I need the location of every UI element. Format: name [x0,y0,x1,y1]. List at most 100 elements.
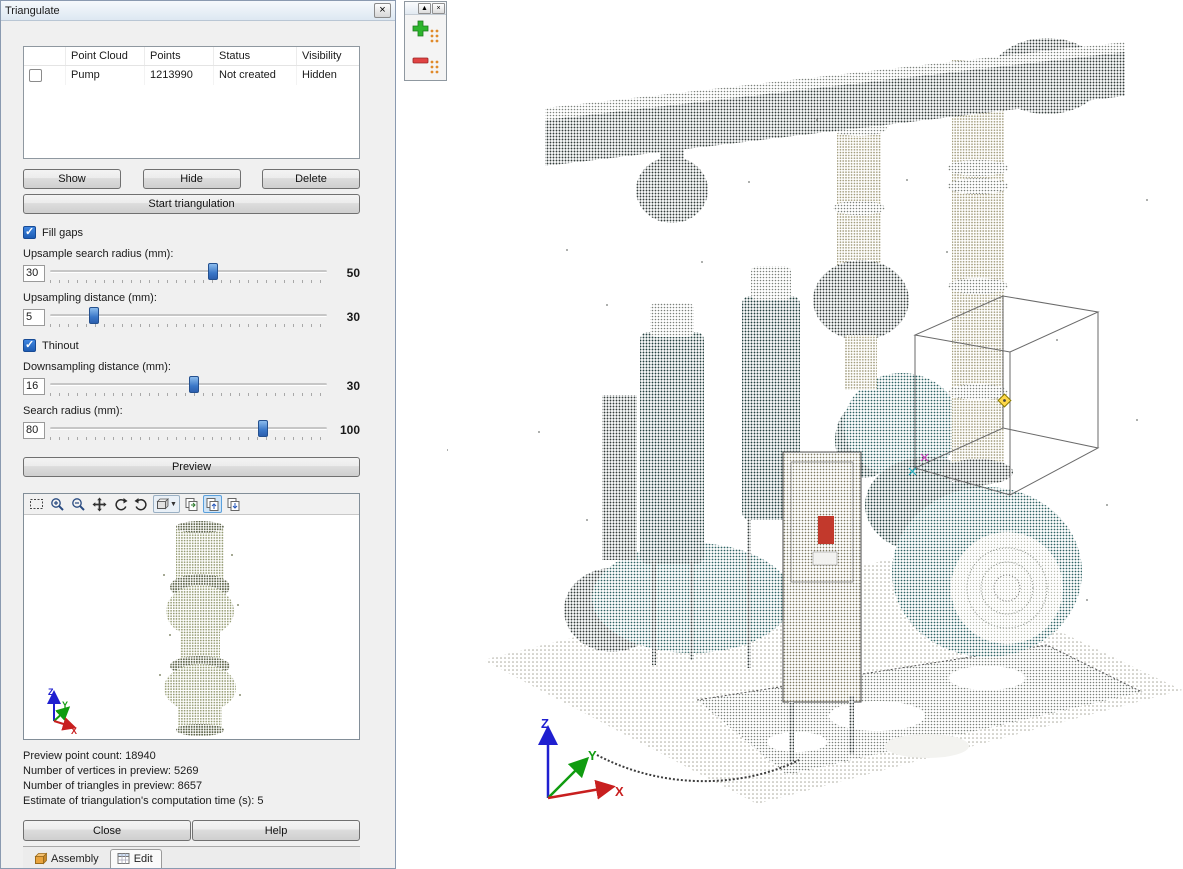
preview-axis-triad: Z Y X [48,687,77,736]
export-view-icon[interactable] [224,495,243,513]
preview-point-cloud: Z Y X [24,515,361,739]
axis-triad: Z Y X [541,716,624,799]
preview-canvas[interactable]: Z Y X [24,515,359,739]
copy-view-icon[interactable] [182,495,201,513]
axis-z-label: Z [541,716,549,731]
table-header-visibility: Visibility [297,47,359,65]
upsample-radius-slider: 30 50 [23,263,360,283]
cell-status: Not created [214,66,297,85]
downsampling-distance-slider: 16 30 [23,376,360,396]
slider-track[interactable] [50,307,327,327]
slider-thumb[interactable] [258,420,268,437]
table-header-points: Points [145,47,214,65]
slider-ticks [50,280,327,283]
help-button[interactable]: Help [192,820,360,841]
stat-point-count: Preview point count: 18940 [23,749,360,764]
remove-points-button[interactable] [408,48,444,77]
slider-max-label: 100 [334,423,360,437]
slider-track[interactable] [50,376,327,396]
slider-track[interactable] [50,420,327,440]
slider-max-label: 50 [334,266,360,280]
show-button[interactable]: Show [23,169,121,189]
remove-points-icon [411,50,441,76]
marquee-zoom-icon[interactable] [27,495,46,513]
bottom-tabbar: Assembly Edit [23,846,360,868]
search-radius-slider: 80 100 [23,420,360,440]
zoom-out-icon[interactable] [69,495,88,513]
slider-groove [50,427,327,430]
slider-thumb[interactable] [89,307,99,324]
mini-close-icon[interactable]: × [432,3,445,14]
slider-groove [50,270,327,273]
cell-visibility: Hidden [297,66,359,85]
slider-max-label: 30 [334,379,360,393]
preview-axis-y-label: Y [62,700,68,710]
tab-assembly-label: Assembly [51,853,99,865]
tab-edit-label: Edit [134,853,153,865]
pan-icon[interactable] [90,495,109,513]
slider-max-label: 30 [334,310,360,324]
fill-gaps-checkbox[interactable]: ✓ Fill gaps [23,226,360,239]
mini-toolbar-titlebar[interactable]: ▲ × [405,2,446,15]
preview-toolbar: ▼ [24,494,359,515]
checkbox-icon[interactable]: ✓ [23,226,36,239]
collapse-icon[interactable]: ▲ [418,3,431,14]
points-mini-toolbar: ▲ × [404,1,447,81]
slider-value-box[interactable]: 5 [23,309,45,326]
delete-button[interactable]: Delete [262,169,360,189]
dialog-titlebar[interactable]: Triangulate × [1,1,395,21]
zoom-in-icon[interactable] [48,495,67,513]
fill-gaps-label: Fill gaps [42,227,83,239]
slider-ticks [50,324,327,327]
axis-y-label: Y [588,748,597,763]
cell-points: 1213990 [145,66,214,85]
axis-x-label: X [615,784,624,799]
slider-thumb[interactable] [189,376,199,393]
stat-time-estimate: Estimate of triangulation's computation … [23,794,360,809]
preview-button[interactable]: Preview [23,457,360,477]
rotate-cw-icon[interactable] [111,495,130,513]
tab-assembly[interactable]: Assembly [27,849,108,868]
preview-axis-z-label: Z [48,687,54,697]
preview-frame: ▼ [23,493,360,740]
slider-value-box[interactable]: 16 [23,378,45,395]
table-header-point-cloud: Point Cloud [66,47,145,65]
table-row[interactable]: ✓ Pump 1213990 Not created Hidden [24,66,359,85]
rotate-ccw-icon[interactable] [132,495,151,513]
preview-pipe [159,521,241,736]
start-triangulation-button[interactable]: Start triangulation [23,194,360,214]
point-cloud-table: Point Cloud Points Status Visibility ✓ P… [23,46,360,159]
app-root: Triangulate × Point Cloud Points Status … [0,0,1183,869]
slider-ticks [50,393,327,396]
table-header-check [24,47,66,65]
thinout-checkbox[interactable]: ✓ Thinout [23,339,360,352]
stat-triangles: Number of triangles in preview: 8657 [23,779,360,794]
assembly-icon [34,852,47,865]
slider-value-box[interactable]: 80 [23,422,45,439]
table-header-status: Status [214,47,297,65]
capture-view-icon[interactable] [203,495,222,513]
tab-edit[interactable]: Edit [110,849,162,868]
viewport-3d[interactable]: Z Y X [447,0,1183,869]
slider-value-box[interactable]: 30 [23,265,45,282]
add-points-button[interactable] [408,17,444,46]
edit-icon [117,852,130,865]
downsampling-distance-label: Downsampling distance (mm): [23,361,360,373]
upsampling-distance-label: Upsampling distance (mm): [23,292,360,304]
preview-axis-x-label: X [71,726,77,736]
stat-vertices: Number of vertices in preview: 5269 [23,764,360,779]
slider-thumb[interactable] [208,263,218,280]
cabinet-red-badge [818,516,834,544]
checkbox-icon[interactable]: ✓ [23,339,36,352]
row-checkbox[interactable]: ✓ [29,69,42,82]
upsample-radius-label: Upsample search radius (mm): [23,248,360,260]
cell-point-cloud: Pump [66,66,145,85]
render-mode-icon [156,498,169,511]
upsampling-distance-slider: 5 30 [23,307,360,327]
slider-track[interactable] [50,263,327,283]
close-button[interactable]: Close [23,820,191,841]
close-icon[interactable]: × [374,3,391,18]
hide-button[interactable]: Hide [143,169,241,189]
point-cloud-scene: Z Y X [447,0,1183,869]
render-mode-dropdown[interactable]: ▼ [153,495,180,513]
